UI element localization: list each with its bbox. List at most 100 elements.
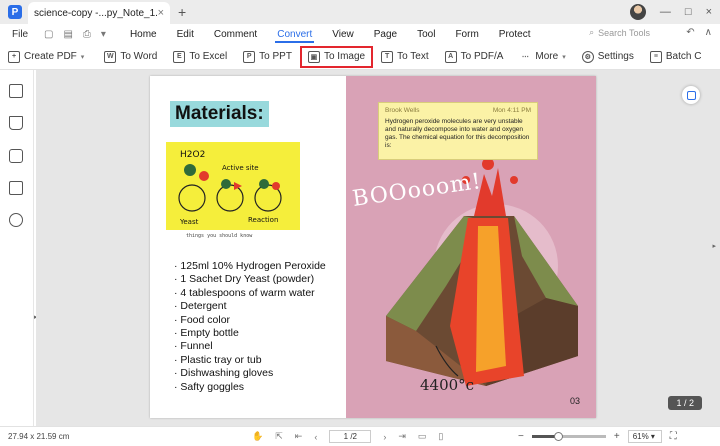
materials-list: 125ml 10% Hydrogen Peroxide 1 Sachet Dry…: [174, 260, 326, 394]
file-menu[interactable]: File: [12, 29, 44, 40]
prev-page-icon[interactable]: ‹: [314, 432, 317, 442]
panel-toggle-icon[interactable]: [9, 84, 23, 98]
app-logo-icon: P: [8, 5, 22, 19]
text-icon: T: [381, 50, 394, 63]
page-counter: 1 / 2: [668, 396, 702, 410]
sticky-note-header: Brook Wells Mon 4:11 PM: [385, 107, 531, 114]
chevron-down-icon: ▾: [562, 53, 566, 61]
more-label: More: [535, 51, 559, 62]
to-text-button[interactable]: T To Text: [373, 46, 437, 68]
menu-comment[interactable]: Comment: [204, 24, 267, 44]
image-icon: ▣: [307, 50, 320, 63]
fullscreen-icon[interactable]: ⛶: [670, 431, 677, 442]
select-tool-icon[interactable]: ⇱: [275, 431, 283, 442]
next-page-icon[interactable]: ›: [383, 432, 386, 442]
menu-convert[interactable]: Convert: [267, 24, 322, 44]
create-pdf-button[interactable]: + Create PDF ▾: [0, 46, 92, 68]
list-item: Empty bottle: [174, 327, 326, 340]
chevron-down-icon: ▾: [80, 53, 85, 61]
minimize-icon[interactable]: —: [660, 6, 671, 18]
zoom-level-select[interactable]: 61% ▾: [627, 430, 662, 443]
word-icon: W: [104, 50, 117, 63]
bookmark-icon[interactable]: [9, 116, 23, 130]
pdf-page: Materials: H2O2 Active site Yeast Reacti…: [150, 76, 596, 418]
right-panel-arrow-icon[interactable]: ▸: [712, 242, 716, 250]
quick-dropdown-icon[interactable]: ▾: [101, 29, 106, 40]
materials-heading: Materials:: [170, 101, 269, 127]
page-number-input[interactable]: 1 /2: [329, 430, 372, 443]
zoom-out-icon[interactable]: −: [518, 431, 524, 442]
menu-home[interactable]: Home: [120, 24, 167, 44]
left-side-rail: ▸: [0, 70, 38, 426]
page-dimensions: 27.94 x 21.59 cm: [8, 432, 70, 441]
save-icon[interactable]: ▢: [44, 29, 53, 40]
menu-page[interactable]: Page: [364, 24, 407, 44]
fit-page-icon[interactable]: ▭: [418, 431, 427, 442]
search-icon[interactable]: [9, 213, 23, 227]
list-item: 1 Sachet Dry Yeast (powder): [174, 273, 326, 286]
convert-toolbar: + Create PDF ▾ W To Word E To Excel P To…: [0, 44, 720, 70]
attachment-icon[interactable]: [9, 181, 23, 195]
document-tab-title: science-copy -...py_Note_1.pdf: [34, 7, 158, 19]
list-item: 4 tablespoons of warm water: [174, 287, 326, 300]
menu-edit[interactable]: Edit: [167, 24, 204, 44]
to-text-label: To Text: [397, 51, 429, 62]
menu-bar: File ▢ ▤ ⎙ ▾ Home Edit Comment Convert V…: [0, 24, 720, 44]
maximize-icon[interactable]: □: [685, 6, 692, 18]
to-pdfa-button[interactable]: A To PDF/A: [437, 46, 512, 68]
yeast-label: Yeast: [179, 218, 199, 226]
to-excel-button[interactable]: E To Excel: [165, 46, 235, 68]
zoom-slider-handle[interactable]: [553, 432, 563, 441]
search-tools-label: Search Tools: [598, 27, 650, 38]
menu-tool[interactable]: Tool: [407, 24, 445, 44]
open-icon[interactable]: ▤: [63, 29, 72, 40]
more-button[interactable]: ⋯ More ▾: [511, 46, 573, 68]
undo-icon[interactable]: ↶: [686, 27, 694, 38]
yeast-diagram-drawing: H2O2 Active site Yeast Reaction: [178, 150, 282, 226]
zoom-level-value: 61%: [632, 432, 649, 441]
search-tools[interactable]: ⌕ Search Tools: [589, 27, 650, 38]
avatar[interactable]: [629, 4, 646, 20]
small-note: things you should know: [186, 233, 253, 239]
ocr-floating-button[interactable]: [682, 86, 700, 104]
list-item: Funnel: [174, 340, 326, 353]
new-tab-icon[interactable]: +: [178, 4, 186, 20]
last-page-icon[interactable]: ⇥: [398, 431, 406, 442]
comment-icon[interactable]: [9, 149, 23, 163]
close-tab-icon[interactable]: ×: [158, 7, 164, 19]
menu-right-icons: ↶ ∧: [686, 27, 712, 38]
to-image-button[interactable]: ▣ To Image: [299, 45, 374, 68]
first-page-icon[interactable]: ⇤: [295, 431, 303, 442]
to-word-button[interactable]: W To Word: [96, 46, 165, 68]
menu-form[interactable]: Form: [445, 24, 488, 44]
menu-view[interactable]: View: [322, 24, 364, 44]
to-ppt-label: To PPT: [259, 51, 292, 62]
close-window-icon[interactable]: ×: [706, 6, 712, 18]
zoom-slider[interactable]: [531, 432, 606, 441]
up-icon[interactable]: ∧: [705, 27, 712, 38]
print-icon[interactable]: ⎙: [83, 29, 91, 40]
create-pdf-icon: +: [8, 50, 20, 63]
ocr-icon: [686, 90, 696, 100]
hand-tool-icon[interactable]: ✋: [252, 431, 263, 442]
batch-convert-button[interactable]: ≡ Batch C: [642, 46, 710, 68]
note-time: Mon 4:11 PM: [492, 107, 531, 114]
page-navigation: ✋ ⇱ ⇤ ‹ 1 /2 › ⇥ ▭ ▯: [252, 430, 443, 443]
sticky-note[interactable]: Brook Wells Mon 4:11 PM Hydrogen peroxid…: [378, 102, 538, 160]
list-item: Detergent: [174, 300, 326, 313]
reaction-label: Reaction: [248, 216, 278, 224]
zoom-in-icon[interactable]: +: [614, 431, 620, 442]
temperature-label: 4400°c: [420, 376, 475, 394]
list-item: Plastic tray or tub: [174, 354, 326, 367]
document-tab[interactable]: science-copy -...py_Note_1.pdf ×: [28, 2, 170, 24]
document-canvas[interactable]: Materials: H2O2 Active site Yeast Reacti…: [36, 70, 720, 426]
to-excel-label: To Excel: [189, 51, 228, 62]
settings-label: Settings: [597, 51, 634, 62]
list-item: Dishwashing gloves: [174, 367, 326, 380]
menu-protect[interactable]: Protect: [489, 24, 541, 44]
note-author: Brook Wells: [385, 107, 420, 114]
to-ppt-button[interactable]: P To PPT: [235, 46, 300, 68]
settings-button[interactable]: ⚙ Settings: [574, 46, 642, 68]
create-pdf-label: Create PDF: [24, 51, 77, 62]
fit-width-icon[interactable]: ▯: [438, 431, 443, 442]
